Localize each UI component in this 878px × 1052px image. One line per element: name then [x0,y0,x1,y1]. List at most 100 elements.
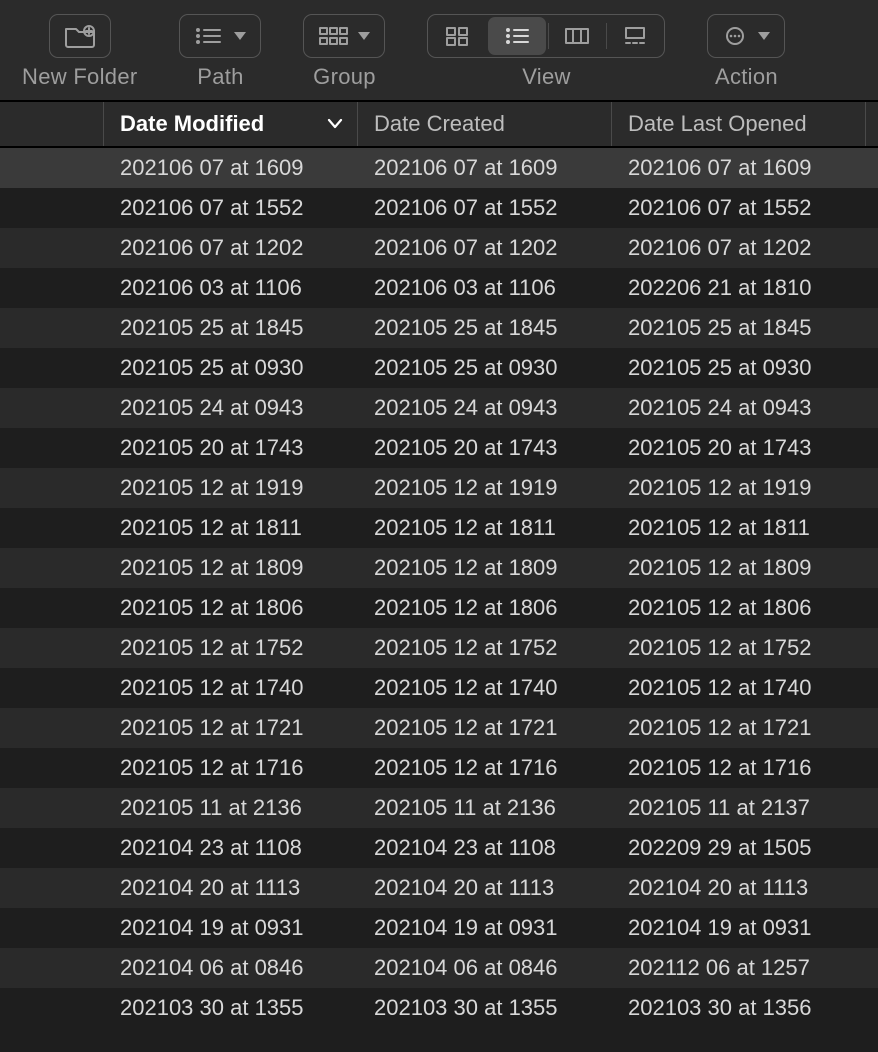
view-gallery-button[interactable] [606,15,664,57]
cell-created: 202104 20 at 1113 [374,875,628,901]
action-button[interactable] [707,14,785,58]
cell-created: 202106 07 at 1552 [374,195,628,221]
list-view-icon [504,26,530,46]
table-row[interactable]: 202105 12 at 1721202105 12 at 1721202105… [0,708,878,748]
cell-modified: 202105 20 at 1743 [120,435,374,461]
table-row[interactable]: 202103 30 at 1355202103 30 at 1355202103… [0,988,878,1028]
cell-opened: 202105 12 at 1721 [628,715,878,741]
cell-created: 202105 11 at 2136 [374,795,628,821]
cell-opened: 202105 25 at 1845 [628,315,878,341]
action-label: Action [715,64,778,90]
cell-created: 202105 12 at 1809 [374,555,628,581]
cell-modified: 202105 25 at 1845 [120,315,374,341]
path-button[interactable] [179,14,261,58]
cell-opened: 202206 21 at 1810 [628,275,878,301]
chevron-down-icon [758,32,770,40]
cell-modified: 202104 20 at 1113 [120,875,374,901]
toolbar-group-new-folder: New Folder [22,14,137,90]
view-list-button[interactable] [488,17,546,55]
cell-opened: 202105 12 at 1740 [628,675,878,701]
cell-created: 202105 12 at 1740 [374,675,628,701]
table-row[interactable]: 202104 20 at 1113202104 20 at 1113202104… [0,868,878,908]
cell-modified: 202105 24 at 0943 [120,395,374,421]
cell-opened: 202105 24 at 0943 [628,395,878,421]
table-row[interactable]: 202105 25 at 1845202105 25 at 1845202105… [0,308,878,348]
table-row[interactable]: 202106 03 at 1106202106 03 at 1106202206… [0,268,878,308]
view-column-button[interactable] [548,15,606,57]
cell-opened: 202105 20 at 1743 [628,435,878,461]
table-row[interactable]: 202106 07 at 1609202106 07 at 1609202106… [0,148,878,188]
toolbar-group-view: View [427,14,665,90]
cell-created: 202105 20 at 1743 [374,435,628,461]
cell-modified: 202105 11 at 2136 [120,795,374,821]
group-button[interactable] [303,14,385,58]
cell-opened: 202105 25 at 0930 [628,355,878,381]
table-row[interactable]: 202106 07 at 1552202106 07 at 1552202106… [0,188,878,228]
table-row[interactable]: 202105 24 at 0943202105 24 at 0943202105… [0,388,878,428]
cell-created: 202105 25 at 1845 [374,315,628,341]
cell-created: 202103 30 at 1355 [374,995,628,1021]
table-row[interactable]: 202105 12 at 1919202105 12 at 1919202105… [0,468,878,508]
toolbar: New Folder Path Group [0,0,878,102]
table-row[interactable]: 202106 07 at 1202202106 07 at 1202202106… [0,228,878,268]
cell-opened: 202104 20 at 1113 [628,875,878,901]
table-row[interactable]: 202104 06 at 0846202104 06 at 0846202112… [0,948,878,988]
table-row[interactable]: 202105 12 at 1740202105 12 at 1740202105… [0,668,878,708]
cell-modified: 202105 12 at 1716 [120,755,374,781]
column-header-date-modified-label: Date Modified [120,111,264,137]
cell-modified: 202104 19 at 0931 [120,915,374,941]
cell-created: 202106 07 at 1202 [374,235,628,261]
chevron-down-icon [234,32,246,40]
toolbar-group-group: Group [303,14,385,90]
cell-created: 202106 07 at 1609 [374,155,628,181]
table-row[interactable]: 202105 20 at 1743202105 20 at 1743202105… [0,428,878,468]
table-row[interactable]: 202105 12 at 1811202105 12 at 1811202105… [0,508,878,548]
cell-created: 202105 12 at 1811 [374,515,628,541]
cell-opened: 202105 12 at 1809 [628,555,878,581]
file-list[interactable]: 202106 07 at 1609202106 07 at 1609202106… [0,148,878,1028]
column-header-date-created[interactable]: Date Created [358,102,612,146]
table-row[interactable]: 202105 12 at 1716202105 12 at 1716202105… [0,748,878,788]
path-label: Path [197,64,243,90]
cell-created: 202104 23 at 1108 [374,835,628,861]
table-row[interactable]: 202105 25 at 0930202105 25 at 0930202105… [0,348,878,388]
cell-opened: 202209 29 at 1505 [628,835,878,861]
column-view-icon [564,26,590,46]
table-row[interactable]: 202105 12 at 1809202105 12 at 1809202105… [0,548,878,588]
gallery-view-icon [622,26,648,46]
column-header-spacer [0,102,104,146]
table-row[interactable]: 202105 11 at 2136202105 11 at 2136202105… [0,788,878,828]
cell-modified: 202106 03 at 1106 [120,275,374,301]
toolbar-group-path: Path [179,14,261,90]
column-header-date-last-opened[interactable]: Date Last Opened [612,102,866,146]
cell-opened: 202105 12 at 1716 [628,755,878,781]
table-row[interactable]: 202104 23 at 1108202104 23 at 1108202209… [0,828,878,868]
action-ellipsis-icon [722,26,748,46]
table-row[interactable]: 202105 12 at 1806202105 12 at 1806202105… [0,588,878,628]
cell-modified: 202106 07 at 1202 [120,235,374,261]
column-header-date-last-opened-label: Date Last Opened [628,111,807,137]
cell-modified: 202105 12 at 1806 [120,595,374,621]
sort-chevron-down-icon [327,118,343,130]
cell-opened: 202112 06 at 1257 [628,955,878,981]
view-segment [427,14,665,58]
new-folder-button[interactable] [49,14,111,58]
cell-modified: 202105 12 at 1919 [120,475,374,501]
cell-modified: 202104 23 at 1108 [120,835,374,861]
table-row[interactable]: 202104 19 at 0931202104 19 at 0931202104… [0,908,878,948]
group-grid-icon [318,26,348,46]
new-folder-icon [64,24,96,48]
column-header-date-modified[interactable]: Date Modified [104,102,358,146]
cell-created: 202104 06 at 0846 [374,955,628,981]
cell-opened: 202106 07 at 1202 [628,235,878,261]
cell-modified: 202106 07 at 1609 [120,155,374,181]
group-label: Group [313,64,376,90]
cell-opened: 202105 11 at 2137 [628,795,878,821]
column-header-date-created-label: Date Created [374,111,505,137]
cell-created: 202105 12 at 1721 [374,715,628,741]
toolbar-group-action: Action [707,14,785,90]
column-header-tail [866,102,878,146]
cell-modified: 202103 30 at 1355 [120,995,374,1021]
table-row[interactable]: 202105 12 at 1752202105 12 at 1752202105… [0,628,878,668]
view-icon-button[interactable] [428,15,486,57]
